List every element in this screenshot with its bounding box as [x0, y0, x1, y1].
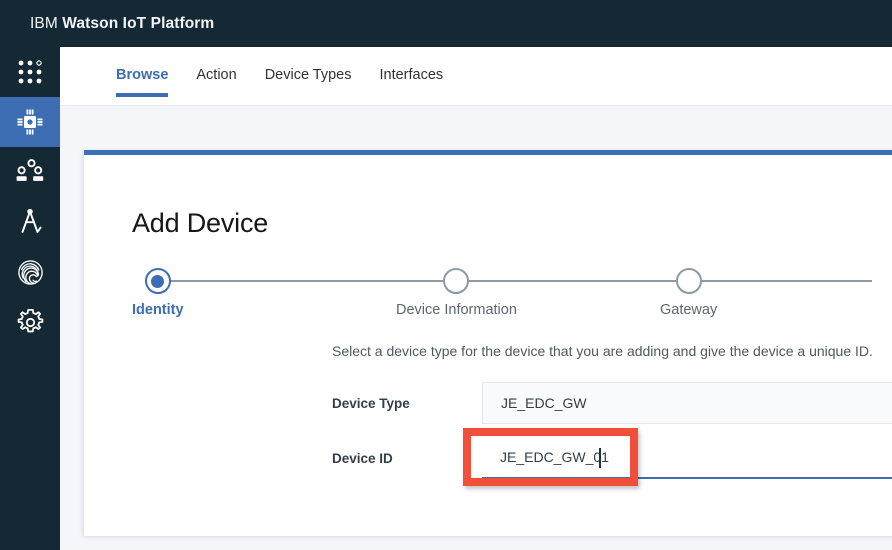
stepper-step-gateway[interactable]: Gateway: [660, 268, 717, 318]
tab-device-types-label: Device Types: [264, 67, 352, 83]
tab-browse-label: Browse: [116, 67, 169, 83]
wizard-stepper: Identity Device Information Gateway: [132, 268, 872, 318]
sidebar-item-boards[interactable]: [0, 197, 60, 247]
brand-name-ibm: IBM: [30, 14, 58, 32]
device-id-input[interactable]: [482, 437, 892, 479]
stepper-dot-gateway: [675, 268, 702, 294]
brand-name-product: Watson IoT Platform: [62, 14, 215, 32]
field-row-device-id: Device ID: [332, 437, 892, 479]
top-header-bar: IBM Watson IoT Platform: [0, 0, 892, 47]
tab-list: Browse Action Device Types Interfaces: [116, 67, 471, 97]
stepper-dot-identity: [144, 268, 171, 294]
tab-interfaces[interactable]: Interfaces: [379, 67, 443, 97]
stepper-dot-device-information: [443, 268, 470, 294]
form-helper-text: Select a device type for the device that…: [332, 343, 873, 359]
stepper-step-identity[interactable]: Identity: [132, 268, 184, 318]
left-sidebar-rail: [0, 47, 60, 550]
tab-interfaces-label: Interfaces: [379, 67, 444, 83]
app-root: IBM Watson IoT Platform Browse Action De…: [0, 0, 892, 550]
stepper-step-device-information[interactable]: Device Information: [396, 268, 517, 318]
sidebar-item-members[interactable]: [0, 147, 60, 197]
gear-icon: [17, 308, 44, 336]
sidebar-item-security[interactable]: [0, 247, 60, 297]
fingerprint-icon: [17, 259, 44, 286]
product-title: IBM Watson IoT Platform: [30, 15, 214, 33]
grid-dots-icon: [17, 59, 43, 85]
chip-icon: [16, 108, 44, 136]
device-id-input-wrapper: [482, 437, 892, 479]
stepper-label-gateway: Gateway: [660, 302, 718, 318]
tab-device-types[interactable]: Device Types: [265, 67, 352, 97]
add-device-card: Add Device Identity Device Information G…: [84, 150, 892, 536]
tab-bar-divider: [60, 105, 892, 106]
text-cursor: [599, 448, 601, 468]
tab-action[interactable]: Action: [196, 67, 236, 97]
sidebar-item-settings[interactable]: [0, 297, 60, 347]
tab-browse[interactable]: Browse: [116, 67, 169, 97]
stepper-label-identity: Identity: [132, 302, 184, 318]
tab-bar: Browse Action Device Types Interfaces: [60, 47, 892, 106]
stepper-label-device-information: Device Information: [396, 302, 517, 318]
field-row-device-type: Device Type: [332, 382, 892, 424]
card-accent-bar: [84, 150, 892, 155]
sidebar-item-app-switcher[interactable]: [0, 47, 60, 97]
label-device-type: Device Type: [332, 395, 410, 411]
sidebar-item-devices[interactable]: [0, 97, 60, 147]
label-device-id: Device ID: [332, 450, 393, 466]
compass-icon: [17, 208, 43, 236]
device-type-input[interactable]: [482, 382, 892, 424]
users-icon: [16, 159, 44, 185]
tab-action-label: Action: [196, 67, 237, 83]
page-title: Add Device: [132, 208, 269, 238]
